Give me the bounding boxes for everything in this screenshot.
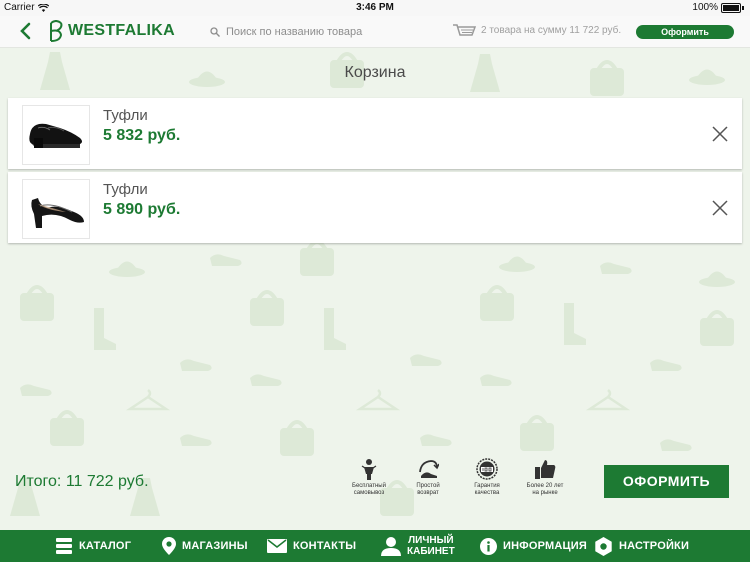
list-icon	[56, 538, 72, 554]
tab-stores[interactable]: МАГАЗИНЫ	[162, 530, 248, 562]
tab-label: МАГАЗИНЫ	[182, 540, 248, 552]
feature-line: Простой	[416, 483, 440, 489]
battery-percent: 100%	[692, 2, 718, 13]
product-name[interactable]: Туфли	[103, 107, 148, 124]
feature-line: качества	[474, 490, 500, 496]
feature-line: Более 20 лет	[526, 483, 564, 489]
tab-label: КАБИНЕТ	[407, 546, 455, 557]
feature-line: Бесплатный	[352, 483, 386, 489]
tab-contacts[interactable]: КОНТАКТЫ	[267, 530, 356, 562]
cart-icon[interactable]	[452, 23, 476, 39]
tab-info[interactable]: ИНФОРМАЦИЯ	[480, 530, 587, 562]
feature-free-pickup: Бесплатный самовывоз	[342, 458, 396, 497]
brand-name: WESTFALIKA	[68, 22, 175, 39]
top-bar: WESTFALIKA 2 товара на сумму 11 722 руб.…	[0, 16, 750, 48]
feature-line: на рынке	[532, 490, 558, 496]
gear-icon	[595, 536, 612, 556]
feature-line: самовывоз	[353, 490, 385, 496]
clock: 3:46 PM	[356, 2, 394, 13]
cart-total: Итого: 11 722 руб.	[15, 473, 149, 490]
tab-label: ЛИЧНЫЙ	[408, 535, 454, 546]
battery-icon	[721, 2, 741, 13]
tab-label: НАСТРОЙКИ	[619, 540, 690, 552]
tab-account[interactable]: ЛИЧНЫЙ КАБИНЕТ	[381, 530, 455, 562]
oxford-shoe-image	[29, 123, 82, 148]
person-icon	[361, 459, 377, 480]
product-thumbnail[interactable]	[22, 179, 90, 239]
remove-item-close-icon[interactable]	[712, 126, 728, 142]
header-checkout-button[interactable]: Оформить	[636, 25, 734, 39]
search-bar[interactable]	[210, 24, 430, 40]
product-name[interactable]: Туфли	[103, 181, 148, 198]
tab-label: КАТАЛОГ	[79, 540, 132, 552]
product-price: 5 890 руб.	[103, 201, 181, 218]
tab-catalog[interactable]: КАТАЛОГ	[55, 530, 131, 562]
search-input[interactable]	[226, 26, 416, 38]
thumbs-up-icon	[535, 460, 556, 479]
back-chevron-icon[interactable]	[18, 22, 34, 40]
quality-seal-icon	[476, 458, 498, 480]
return-shoe-icon	[419, 460, 439, 478]
tab-settings[interactable]: НАСТРОЙКИ	[594, 530, 689, 562]
feature-line: Гарантия	[474, 483, 500, 489]
map-pin-icon	[162, 537, 176, 555]
checkout-button[interactable]: ОФОРМИТЬ	[604, 465, 729, 498]
product-price: 5 832 руб.	[103, 127, 181, 144]
bottom-navigation: КАТАЛОГ МАГАЗИНЫ КОНТАКТЫ ЛИЧНЫЙ КАБИНЕТ	[0, 530, 750, 562]
info-icon	[480, 537, 497, 555]
brand-logo[interactable]: WESTFALIKA	[48, 20, 175, 42]
cart-item[interactable]: Туфли 5 832 руб.	[8, 98, 742, 169]
tab-label: ИНФОРМАЦИЯ	[503, 540, 587, 552]
feature-easy-return: Простой возврат	[401, 458, 455, 497]
tab-label: КОНТАКТЫ	[293, 540, 357, 552]
cart-summary: 2 товара на сумму 11 722 руб.	[481, 25, 622, 36]
page-title: Корзина	[344, 64, 406, 81]
product-thumbnail[interactable]	[22, 105, 90, 165]
envelope-icon	[267, 539, 287, 553]
feature-line: возврат	[417, 490, 439, 496]
cart-item[interactable]: Туфли 5 890 руб.	[8, 172, 742, 243]
pump-shoe-image	[31, 198, 84, 228]
feature-20-years: Более 20 лет на рынке	[518, 458, 572, 497]
remove-item-close-icon[interactable]	[712, 200, 728, 216]
feature-quality-guarantee: Гарантия качества	[460, 458, 514, 497]
search-icon	[210, 27, 220, 37]
status-bar: Carrier 3:46 PM 100%	[0, 0, 750, 16]
user-icon	[381, 537, 401, 556]
westfalika-emblem-icon	[50, 20, 63, 42]
